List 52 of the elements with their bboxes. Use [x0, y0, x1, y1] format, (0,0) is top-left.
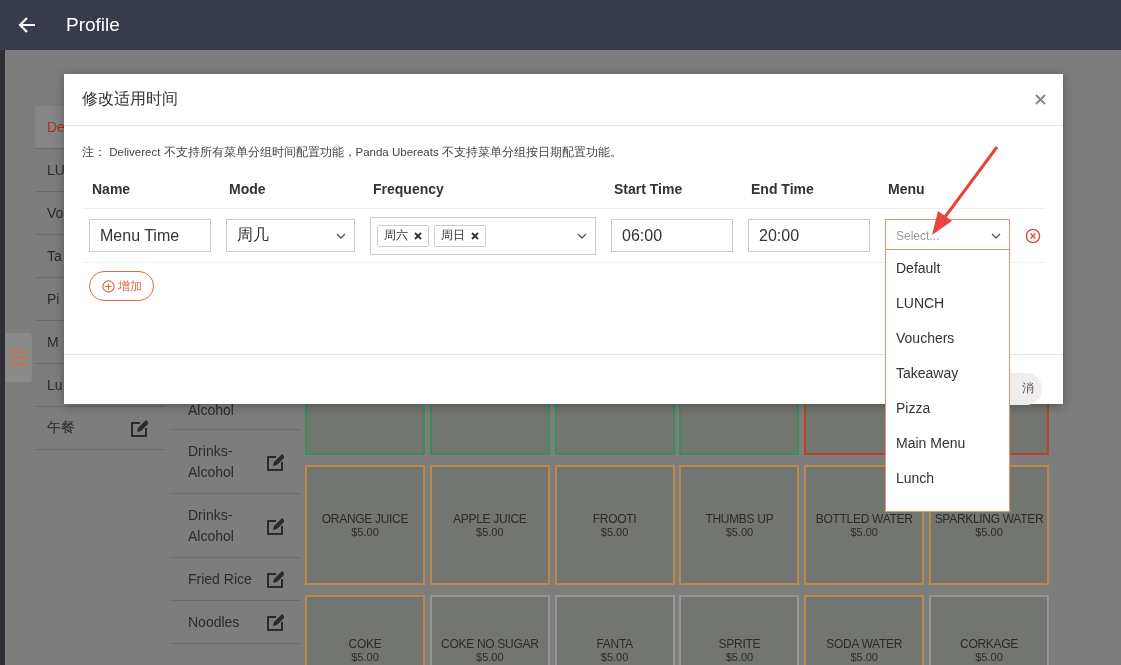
column-header: Name — [82, 170, 219, 209]
menu-icon — [10, 350, 27, 365]
day-tag[interactable]: 周日 — [434, 224, 486, 247]
frequency-select[interactable]: 周六 周日 — [370, 216, 596, 255]
column-header: End Time — [741, 170, 878, 209]
dropdown-option[interactable]: Main Menu — [886, 425, 1009, 460]
start-time-field[interactable]: 06:00 — [611, 219, 733, 252]
product-tile[interactable]: SODA WATER $5.00 — [804, 595, 925, 665]
note-text: 注： Deliverect 不支持所有菜单分组时间配置功能，Panda Ubereats 不支持菜单分组按日期配置功能。 — [82, 145, 623, 160]
remove-icon — [414, 231, 422, 240]
day-tag[interactable]: 周六 — [377, 224, 429, 247]
dropdown-option[interactable]: Pizza — [886, 390, 1009, 425]
column-header: Start Time — [604, 170, 741, 209]
product-tile[interactable]: FANTA $5.00 — [554, 595, 675, 665]
close-icon — [1035, 94, 1046, 105]
product-tile[interactable]: APPLE JUICE $5.00 — [429, 465, 550, 585]
dropdown-option[interactable]: Takeaway — [886, 355, 1009, 390]
page-title: Profile — [66, 14, 120, 36]
product-tile[interactable]: COKE $5.00 — [305, 595, 425, 665]
column-header: Menu — [878, 170, 1018, 209]
chevron-down-icon — [991, 232, 1001, 239]
end-time-field[interactable]: 20:00 — [748, 219, 870, 252]
delete-row-button[interactable] — [1025, 227, 1041, 244]
subcategory-item[interactable]: Drinks-Alcohol — [170, 430, 300, 494]
subcategory-item[interactable]: Drinks-Alcohol — [170, 494, 300, 558]
dialog-title: 修改适用时间 — [82, 89, 178, 109]
back-button[interactable] — [18, 16, 36, 34]
subcategory-item[interactable]: Noodles — [170, 601, 300, 644]
product-tile[interactable]: CORKAGE $5.00 — [929, 595, 1049, 665]
chevron-down-icon — [336, 232, 346, 239]
remove-icon — [471, 231, 479, 240]
column-header: Frequency — [363, 170, 604, 209]
dropdown-option[interactable]: LUNCH — [886, 285, 1009, 320]
category-item[interactable]: 午餐 — [35, 407, 165, 450]
product-tile[interactable]: COKE NO SUGAR $5.00 — [429, 595, 550, 665]
name-field[interactable]: Menu Time — [89, 219, 211, 252]
product-tile[interactable]: FROOTI $5.00 — [554, 465, 675, 585]
plus-circle-icon — [101, 279, 115, 293]
cancel-button[interactable]: 消 — [1010, 372, 1042, 405]
subcategory-item[interactable]: Fried Rice — [170, 558, 300, 601]
close-button[interactable] — [1035, 94, 1046, 105]
product-tile[interactable]: SPRITE $5.00 — [679, 595, 800, 665]
product-tile[interactable]: ORANGE JUICE $5.00 — [305, 465, 425, 585]
dropdown-option[interactable]: Vouchers — [886, 320, 1009, 355]
remove-circle-icon — [1025, 227, 1041, 244]
add-button[interactable]: 增加 — [89, 271, 154, 301]
dropdown-option[interactable]: Default — [886, 250, 1009, 285]
chevron-down-icon — [577, 232, 587, 239]
back-arrow-icon — [18, 16, 36, 34]
product-tile[interactable]: THUMBS UP $5.00 — [679, 465, 800, 585]
mode-select[interactable]: 周几 — [226, 219, 355, 252]
column-header: Mode — [219, 170, 363, 209]
